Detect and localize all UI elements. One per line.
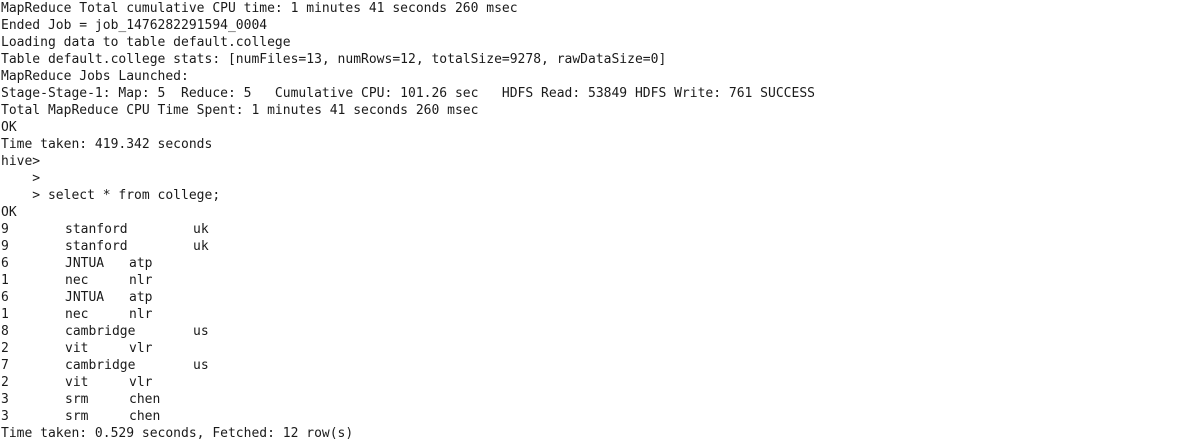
cell-name: stanford: [65, 222, 128, 237]
console-line: OK: [1, 205, 17, 220]
console-line: Ended Job = job_1476282291594_0004: [1, 18, 268, 33]
cell-city: vlr: [129, 341, 153, 356]
cell-city: us: [193, 324, 209, 339]
console-line: >: [1, 171, 41, 186]
cell-name: stanford: [65, 239, 128, 254]
table-row: 8 cambridge us: [1, 323, 1204, 340]
cell-city: us: [193, 358, 209, 373]
console-line: Total MapReduce CPU Time Spent: 1 minute…: [1, 103, 479, 118]
cell-id: 8: [1, 324, 9, 339]
console-line: hive>: [1, 154, 41, 169]
cell-id: 7: [1, 358, 9, 373]
cell-city: atp: [129, 256, 153, 271]
footer-line: Time taken: 0.529 seconds, Fetched: 12 r…: [1, 426, 354, 441]
table-row: 6 JNTUA atp: [1, 255, 1204, 272]
cell-city: chen: [129, 392, 161, 407]
cell-id: 9: [1, 239, 9, 254]
cell-city: uk: [193, 239, 209, 254]
cell-id: 3: [1, 409, 9, 424]
table-row: 9 stanford uk: [1, 238, 1204, 255]
cell-id: 6: [1, 256, 9, 271]
cell-id: 9: [1, 222, 9, 237]
cell-name: cambridge: [65, 358, 136, 373]
table-row: 7 cambridge us: [1, 357, 1204, 374]
query-result-table: 9 stanford uk 9 stanford uk 6 JNTUA atp 1 nec nlr 6 J…: [1, 221, 1204, 425]
console-line: OK: [1, 120, 17, 135]
cell-name: vit: [65, 375, 89, 390]
table-row: 3 srm chen: [1, 391, 1204, 408]
terminal-output[interactable]: MapReduce Total cumulative CPU time: 1 m…: [0, 0, 1204, 441]
cell-id: 1: [1, 273, 9, 288]
cell-city: vlr: [129, 375, 153, 390]
console-line: MapReduce Total cumulative CPU time: 1 m…: [1, 1, 518, 16]
cell-name: JNTUA: [65, 256, 105, 271]
cell-name: nec: [65, 273, 89, 288]
cell-id: 1: [1, 307, 9, 322]
console-line: Loading data to table default.college: [1, 35, 291, 50]
cell-id: 2: [1, 341, 9, 356]
cell-city: nlr: [129, 273, 153, 288]
cell-name: vit: [65, 341, 89, 356]
console-line: MapReduce Jobs Launched:: [1, 69, 189, 84]
cell-name: JNTUA: [65, 290, 105, 305]
table-row: 2 vit vlr: [1, 340, 1204, 357]
cell-city: uk: [193, 222, 209, 237]
cell-id: 2: [1, 375, 9, 390]
table-row: 6 JNTUA atp: [1, 289, 1204, 306]
console-line: Table default.college stats: [numFiles=1…: [1, 52, 667, 67]
cell-city: nlr: [129, 307, 153, 322]
table-row: 9 stanford uk: [1, 221, 1204, 238]
console-log: MapReduce Total cumulative CPU time: 1 m…: [1, 0, 1204, 221]
cell-name: srm: [65, 409, 89, 424]
cell-city: atp: [129, 290, 153, 305]
table-row: 1 nec nlr: [1, 306, 1204, 323]
console-line: Stage-Stage-1: Map: 5 Reduce: 5 Cumulati…: [1, 86, 815, 101]
console-line: > select * from college;: [1, 188, 221, 203]
table-row: 1 nec nlr: [1, 272, 1204, 289]
table-row: 3 srm chen: [1, 408, 1204, 425]
cell-id: 6: [1, 290, 9, 305]
console-line: Time taken: 419.342 seconds: [1, 137, 213, 152]
cell-id: 3: [1, 392, 9, 407]
cell-city: chen: [129, 409, 161, 424]
cell-name: srm: [65, 392, 89, 407]
cell-name: nec: [65, 307, 89, 322]
table-row: 2 vit vlr: [1, 374, 1204, 391]
cell-name: cambridge: [65, 324, 136, 339]
